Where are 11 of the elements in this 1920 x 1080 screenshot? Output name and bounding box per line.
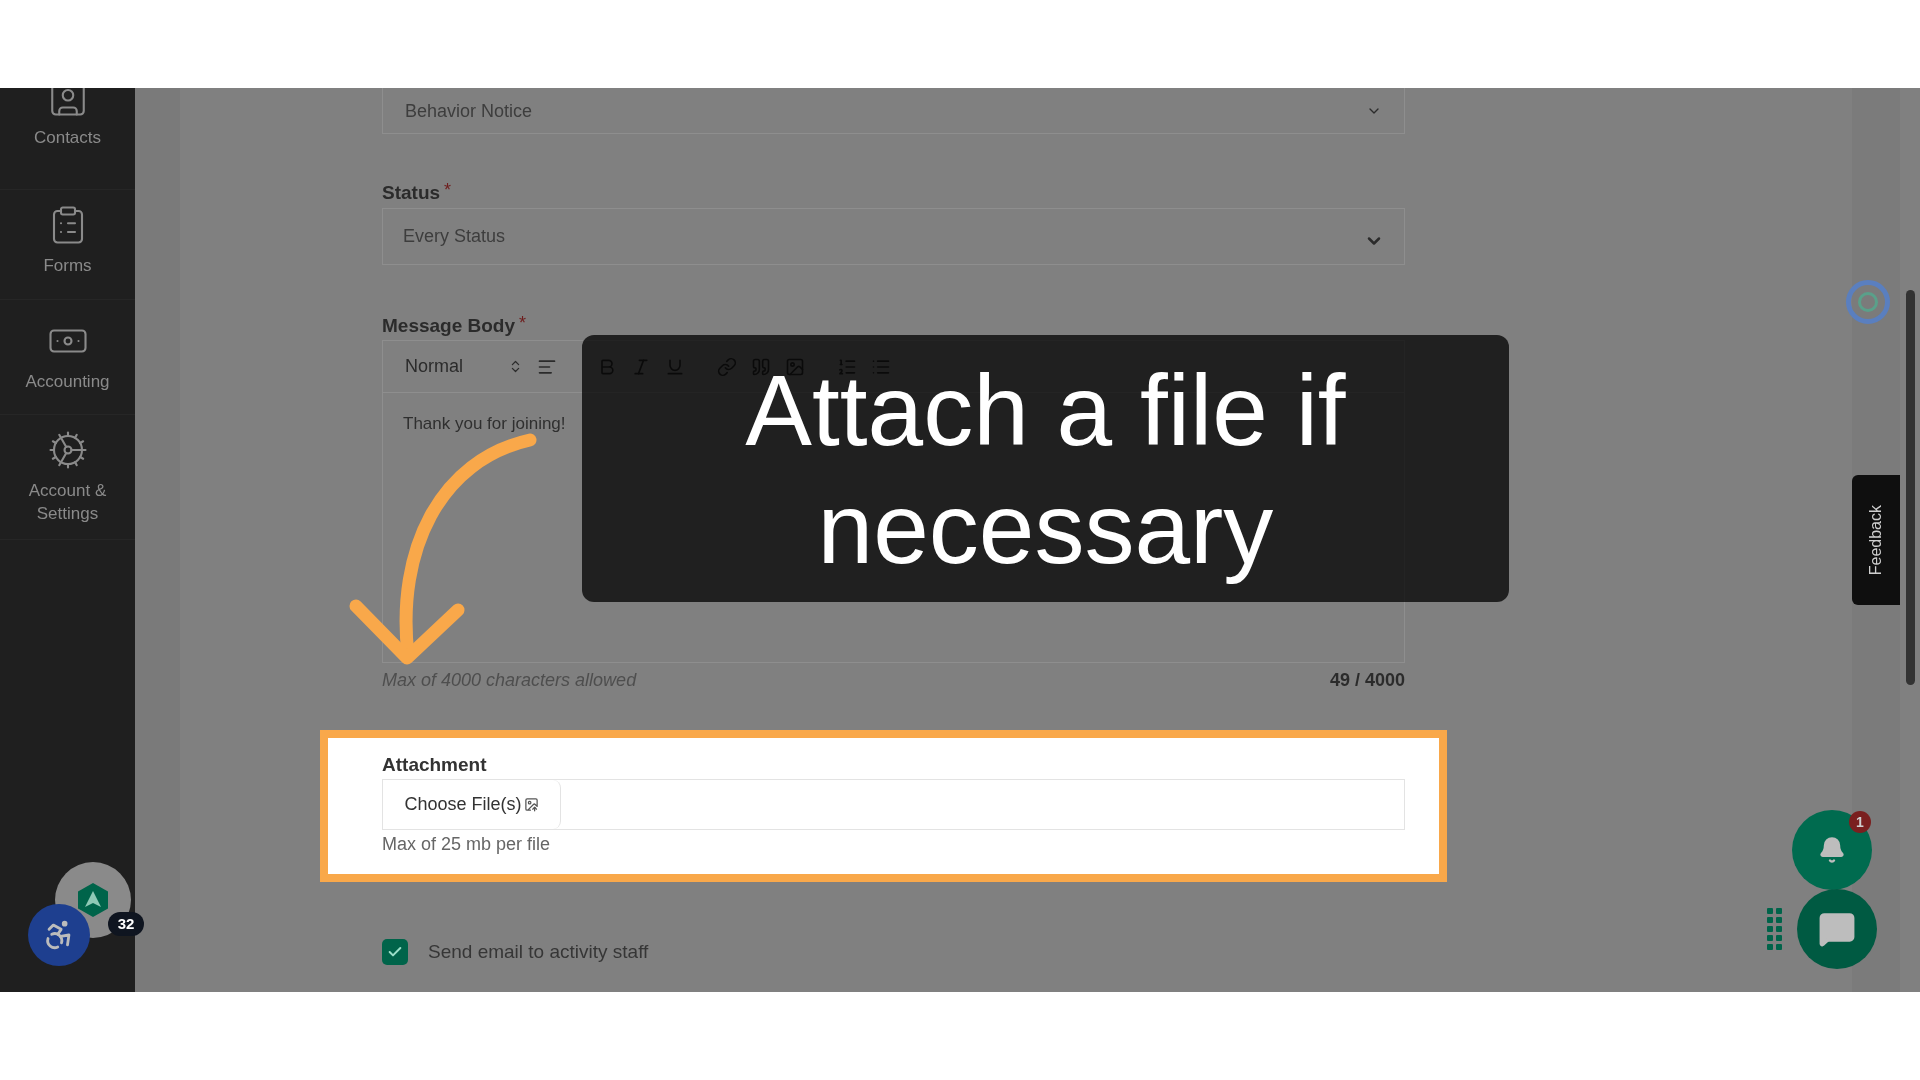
notification-badge: 1 [1849, 811, 1871, 833]
count-badge: 32 [108, 912, 144, 936]
required-mark: * [519, 313, 527, 333]
field-label: Attachment [382, 754, 488, 776]
field-label: Message Body [382, 314, 516, 338]
field-label: Status [382, 181, 441, 205]
checkbox-label: Send email to activity staff [428, 940, 649, 964]
file-size-hint: Max of 25 mb per file [382, 833, 552, 855]
tutorial-tooltip: Attach a file if necessary [582, 335, 1509, 602]
character-counter: 49 / 4000 [1329, 669, 1405, 692]
required-mark: * [444, 180, 452, 200]
